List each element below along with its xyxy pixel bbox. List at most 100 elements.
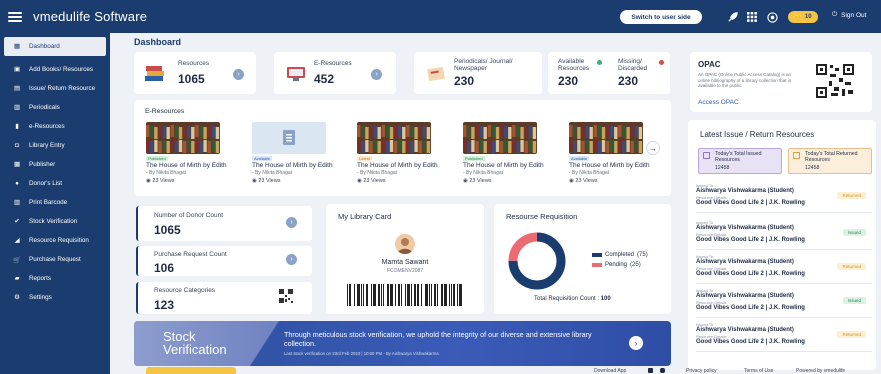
top-bar: vmedulife Software Switch to user side 🪙… [0,0,881,33]
sidebar-item-periodicals[interactable]: ▥ Periodicals [0,98,110,117]
book-thumbnail [146,122,220,154]
arrow-right-icon[interactable]: › [233,69,244,80]
avatar [395,234,415,254]
calendar-icon [703,152,710,159]
book-author: - By Nikita Bhagat [146,170,187,176]
stock-icon: ✔ [14,218,20,225]
list-item[interactable]: Issued To Aishwarya Vishwakarma (Student)… [696,254,872,284]
monitor-icon [286,66,306,82]
arrow-right-icon[interactable]: › [371,69,382,80]
e-resource-item[interactable]: Available The House of Mirth by Edith - By… [252,122,352,184]
available-missing-card[interactable]: Available Resources 230 Missing/ Discard… [548,52,670,94]
sidebar-item-purchase-request[interactable]: 🛒 Purchase Request [0,250,110,269]
switch-user-side-button[interactable]: Switch to user side [620,10,702,24]
newspaper-icon [426,66,446,82]
settings-icon: ⚙ [14,294,20,301]
list-item[interactable]: Issued To Aishwarya Vishwakarma (Student)… [696,183,872,213]
sidebar-item-e-resources[interactable]: ▮ e-Resources [0,117,110,136]
page-title: Dashboard [134,37,182,47]
status-badge: Available [569,156,590,161]
e-resource-item[interactable]: Latest The House of Mirth by Edith - By Ni… [357,122,457,184]
resources-card[interactable]: Resources 1065 › [134,52,256,94]
periodicals-icon: ▥ [14,104,20,111]
list-item[interactable]: Issued To Aishwarya Vishwakarma (Student)… [696,220,872,250]
access-opac-link[interactable]: Access OPAC [698,99,739,106]
book-title: The House of Mirth by Edith [357,162,438,169]
reports-icon: ▰ [14,275,20,282]
periodicals-card[interactable]: Periodicals/ Journal/ Newspaper 230 [414,52,542,94]
resource-categories-card[interactable]: Resource Categories 123 [136,282,312,314]
available-count: 230 [558,74,579,88]
donor-count-card[interactable]: Number of Donor Count 1065 › [136,206,312,241]
sign-out-button[interactable]: ⏻ Sign Out [832,11,866,19]
missing-status-dot [659,60,664,65]
legend-pending: Pending (25) [592,262,641,268]
sidebar-item-reports[interactable]: ▰ Reports [0,269,110,288]
list-item[interactable]: Issued To Aishwarya Vishwakarma (Student)… [696,288,872,318]
status-badge: Returned [837,192,866,199]
book-views: ◉ 23 Views [146,178,175,184]
dashboard-icon: ▦ [14,43,20,50]
apps-grid-icon[interactable] [746,11,758,23]
sidebar-item-donor-s-list[interactable]: ● Donor's List [0,174,110,193]
rocket-icon[interactable] [726,11,738,23]
e-resource-item[interactable]: Available The House of Mirth by Edith - By… [569,122,669,184]
status-badge: Returned [837,263,866,270]
sidebar-item-resource-requisition[interactable]: ◢ Resource Requisition [0,231,110,250]
arrow-right-icon[interactable]: › [286,254,297,265]
sidebar-item-add-books-resources[interactable]: ▣ Add Books/ Resources [0,60,110,79]
legend-swatch-completed [592,253,602,257]
arrow-right-icon[interactable]: › [286,217,297,228]
privacy-policy-link[interactable]: Privacy policy [686,368,717,374]
list-item[interactable]: Issued To Aishwarya Vishwakarma (Student)… [696,322,872,352]
legend-completed: Completed (75) [592,252,648,258]
sidebar-item-publisher[interactable]: ▩ Publisher [0,155,110,174]
terms-link[interactable]: Terms of Use [744,368,773,374]
e-resource-item[interactable]: Published The House of Mirth by Edith - By… [146,122,246,184]
sidebar-item-library-entry[interactable]: ◘ Library Entry [0,136,110,155]
download-app-link[interactable]: Download App [594,368,626,374]
member-id: FCOMENV2087 [386,268,424,274]
footer-tab[interactable] [146,367,236,374]
books-stack-icon [144,66,166,82]
sidebar-item-print-barcode[interactable]: ▥ Print Barcode [0,193,110,212]
cart-icon: 🛒 [13,256,21,264]
sidebar-item-dashboard[interactable]: ▦ Dashboard [4,37,106,56]
banner-arrow-button[interactable]: › [629,336,643,350]
library-entry-icon: ◘ [15,142,19,149]
qr-scan-icon[interactable] [279,289,293,303]
power-icon: ⏻ [832,11,838,18]
sidebar: ▦ Dashboard ▣ Add Books/ Resources ▤ Issue/ R… [0,33,110,374]
book-author: - By Nikita Bhagat [252,170,293,176]
book-title: The House of Mirth by Edith [146,162,227,169]
status-badge: Issued [842,297,866,304]
android-icon[interactable] [648,368,653,373]
coins-badge[interactable]: 🪙 10 [788,11,818,23]
sidebar-item-issue-return-resource[interactable]: ▤ Issue/ Return Resource [0,79,110,98]
qr-code-icon[interactable] [814,62,856,100]
barcode [347,284,463,306]
eresources-card[interactable]: E-Resources 452 › [274,52,396,94]
help-icon[interactable] [766,11,778,23]
sidebar-item-stock-verification[interactable]: ✔ Stock Verification [0,212,110,231]
book-author: - By Nikita Bhagat [357,170,398,176]
status-badge: Latest [357,156,372,161]
stock-verification-banner: Stock Verification Through meticulous st… [134,321,671,366]
purchase-request-card[interactable]: Purchase Request Count 106 › [136,246,312,276]
available-status-dot [597,60,602,65]
total-requisition: Total Requisition Count : 100 [534,296,611,302]
menu-icon[interactable] [8,11,22,22]
calendar-icon [793,152,800,159]
missing-count: 230 [618,74,639,88]
book-views: ◉ 23 Views [252,178,281,184]
book-views: ◉ 23 Views [357,178,386,184]
sidebar-item-settings[interactable]: ⚙ Settings [0,288,110,307]
issued-total-box: Today's Total Issued Resources 12458 [698,148,782,174]
brand-title: vmedulife Software [33,9,148,24]
resources-count: 1065 [178,72,205,86]
status-badge: Published [146,156,168,161]
e-resource-item[interactable]: Published The House of Mirth by Edith - By… [463,122,563,184]
book-views: ◉ 23 Views [569,178,598,184]
book-views: ◉ 23 Views [463,178,492,184]
apple-icon[interactable] [660,368,665,373]
